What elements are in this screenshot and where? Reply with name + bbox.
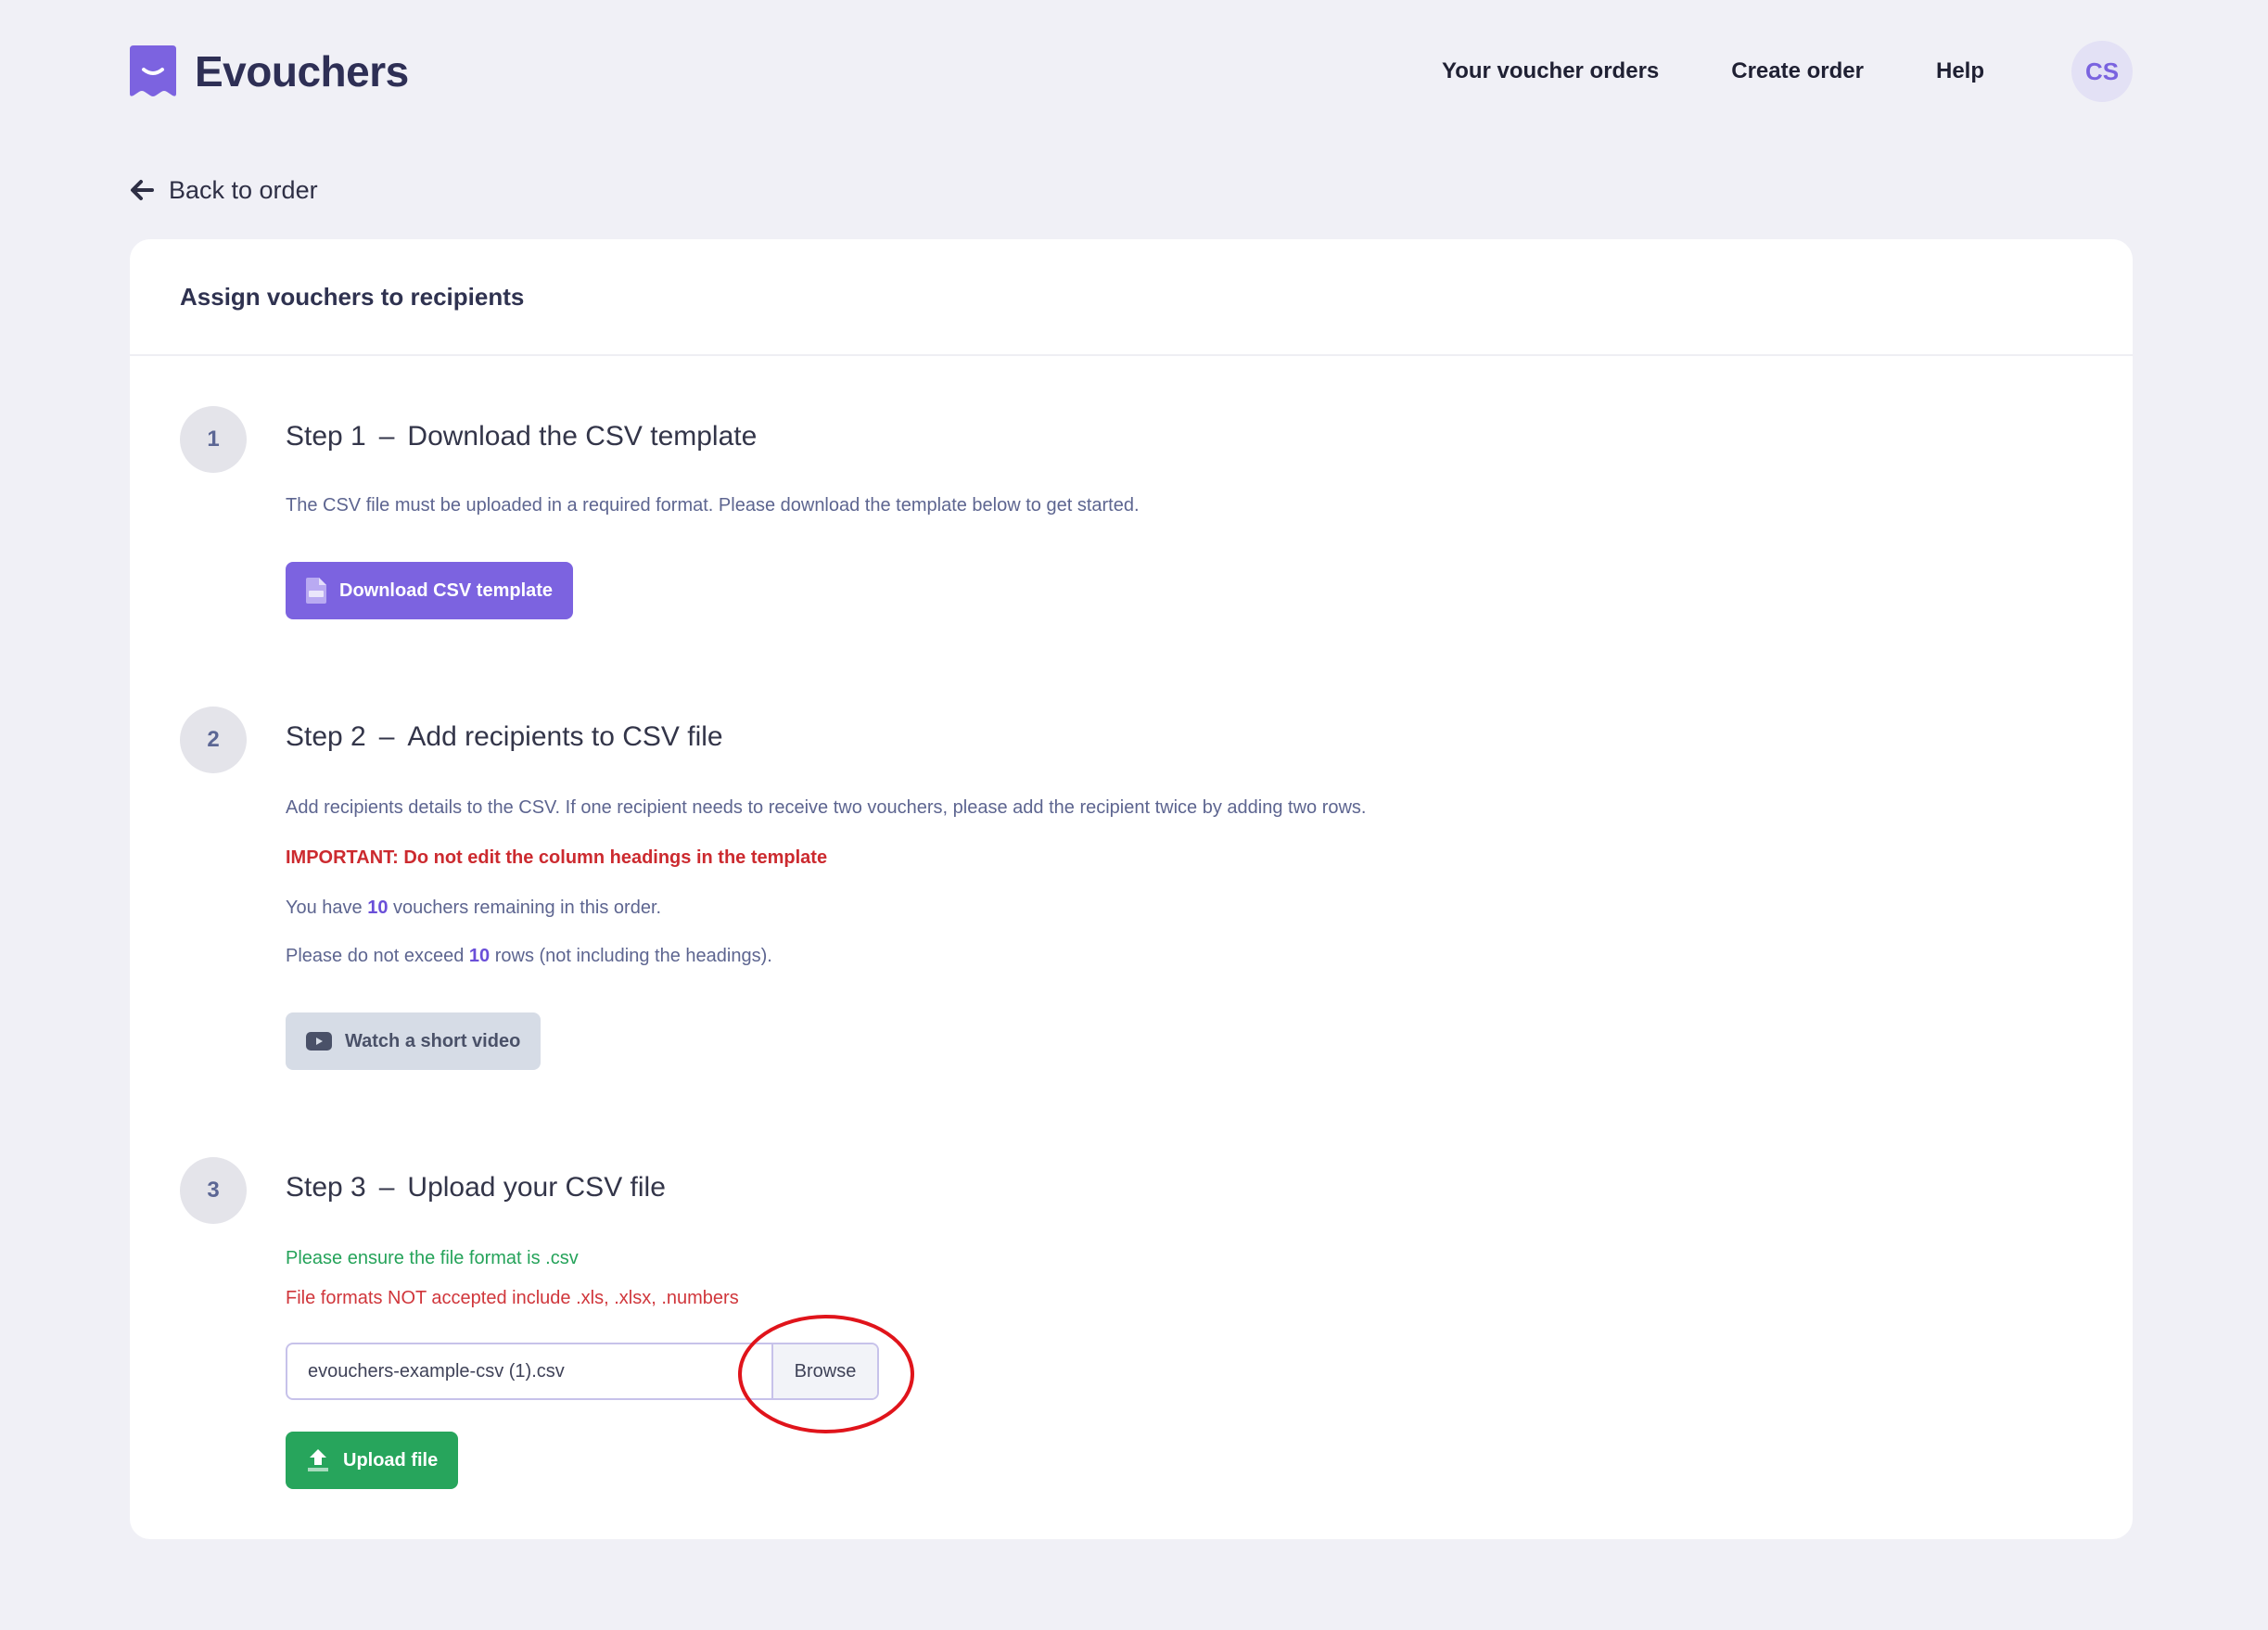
watch-video-label: Watch a short video — [345, 1030, 521, 1051]
step-2-dash: – — [378, 721, 395, 752]
row-limit-text: Please do not exceed 10 rows (not includ… — [286, 946, 772, 967]
watch-video-button[interactable]: Watch a short video — [286, 1012, 542, 1070]
file-name-input[interactable]: evouchers-example-csv (1).csv — [287, 1344, 771, 1398]
vouchers-remaining-count: 10 — [367, 898, 389, 918]
upload-icon — [308, 1449, 328, 1471]
step-3-title: Step 3– Upload your CSV file — [286, 1172, 666, 1203]
step-3-heading: Upload your CSV file — [407, 1172, 666, 1203]
vouchers-remaining-suffix: vouchers remaining in this order. — [388, 898, 662, 918]
step-1-title: Step 1– Download the CSV template — [286, 421, 757, 452]
step-2-heading: Add recipients to CSV file — [407, 721, 723, 752]
step-3-label: Step 3 — [286, 1172, 366, 1203]
step-1-heading: Download the CSV template — [407, 421, 758, 452]
assign-vouchers-card: Assign vouchers to recipients 1 Step 1– D… — [130, 239, 2133, 1539]
step-2-description: Add recipients details to the CSV. If on… — [286, 797, 1367, 818]
step-3-number: 3 — [180, 1157, 247, 1224]
nav-help[interactable]: Help — [1936, 58, 1984, 84]
step-1-number: 1 — [180, 406, 247, 473]
row-limit-prefix: Please do not exceed — [286, 946, 469, 966]
step-1-label: Step 1 — [286, 421, 366, 452]
user-avatar[interactable]: CS — [2071, 41, 2133, 102]
card-title: Assign vouchers to recipients — [180, 282, 525, 311]
download-csv-template-button[interactable]: Download CSV template — [286, 562, 574, 619]
back-label: Back to order — [169, 175, 318, 204]
step-2-number: 2 — [180, 707, 247, 773]
important-warning: IMPORTANT: Do not edit the column headin… — [286, 847, 828, 868]
back-to-order-link[interactable]: Back to order — [130, 174, 318, 206]
step-2-label: Step 2 — [286, 721, 366, 752]
step-1-description: The CSV file must be uploaded in a requi… — [286, 495, 1140, 516]
row-limit-suffix: rows (not including the headings). — [490, 946, 772, 966]
unsupported-formats-note: File formats NOT accepted include .xls, … — [286, 1288, 739, 1308]
csv-file-icon — [306, 578, 326, 604]
card-header: Assign vouchers to recipients — [130, 239, 2133, 356]
row-limit-count: 10 — [468, 946, 491, 966]
step-1-dash: – — [378, 421, 395, 452]
download-csv-template-label: Download CSV template — [339, 579, 554, 601]
step-2-title: Step 2– Add recipients to CSV file — [286, 721, 723, 753]
vouchers-remaining-text: You have 10 vouchers remaining in this o… — [286, 898, 661, 919]
browse-highlight-annotation — [738, 1315, 914, 1433]
vouchers-remaining-prefix: You have — [286, 898, 368, 918]
step-3-dash: – — [378, 1172, 395, 1203]
top-header: Evouchers Your voucher orders Create ord… — [130, 41, 2133, 102]
nav-voucher-orders[interactable]: Your voucher orders — [1442, 58, 1659, 84]
upload-file-button[interactable]: Upload file — [286, 1432, 459, 1489]
csv-format-note: Please ensure the file format is .csv — [286, 1248, 579, 1268]
main-nav: Your voucher orders Create order Help CS — [1442, 41, 2133, 102]
nav-create-order[interactable]: Create order — [1731, 58, 1864, 84]
video-play-icon — [306, 1032, 332, 1051]
arrow-left-icon — [131, 180, 154, 200]
brand[interactable]: Evouchers — [130, 45, 409, 97]
evouchers-logo-icon — [130, 45, 176, 96]
brand-name: Evouchers — [195, 47, 409, 96]
upload-file-label: Upload file — [343, 1449, 439, 1471]
